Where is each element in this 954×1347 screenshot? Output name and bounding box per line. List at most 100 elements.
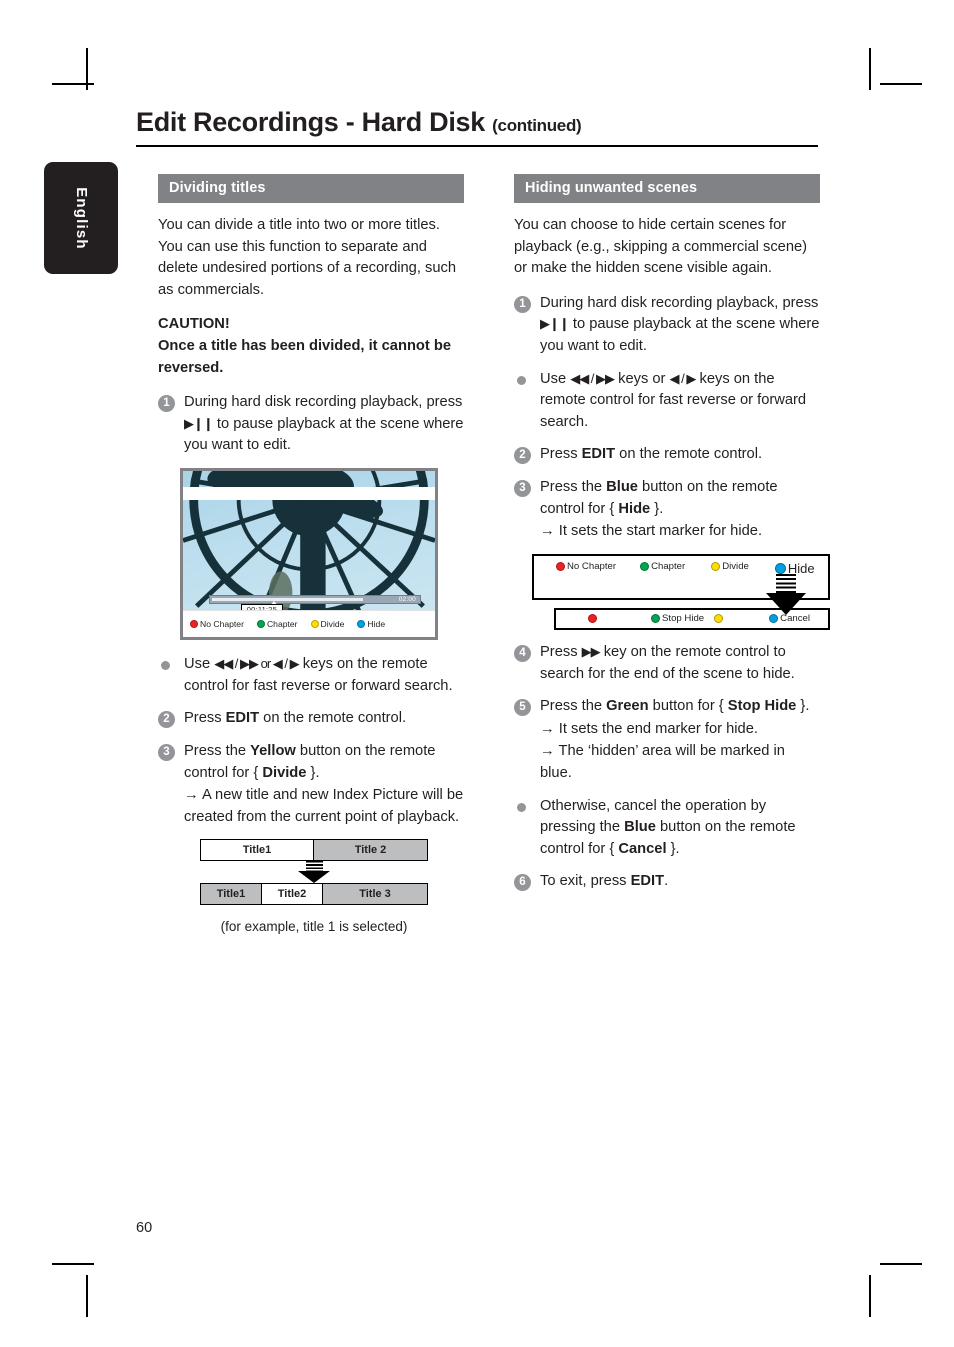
right-step-5: 5 Press the Green button for { Stop Hide… [514, 696, 820, 784]
divide-option-label: Divide [262, 764, 307, 781]
osd-button-yellow-empty[interactable] [714, 614, 725, 624]
green-key-label: Green [606, 698, 649, 715]
section-header-dividing-titles: Dividing titles [158, 174, 464, 203]
title-divide-diagram: Title1 Title 2 Title1 Title2 Title 3 (fo… [200, 839, 428, 934]
right-step-2: 2 Press EDIT on the remote control. [514, 444, 820, 466]
step-text: To exit, press EDIT. [540, 873, 669, 890]
right-step-bullet-cancel: Otherwise, cancel the operation by press… [514, 796, 820, 861]
arrow-right-icon: → [540, 743, 555, 760]
step-number-badge: 4 [514, 644, 535, 662]
blue-dot-icon [774, 562, 786, 574]
green-dot-icon [640, 561, 650, 571]
playback-progress-overlay: 02:00 00:11:25 [209, 595, 421, 617]
language-tab-label: English [72, 186, 90, 250]
diagram-cell: Title2 [262, 884, 324, 905]
blue-key-label: Blue [624, 819, 656, 836]
step-text: Press ▶▶ key on the remote control to se… [540, 643, 795, 682]
blue-key-label: Blue [606, 479, 638, 496]
step-number-badge: 2 [514, 447, 535, 465]
diagram-cell: Title1 [201, 884, 263, 905]
legend-item[interactable]: Divide [310, 619, 344, 629]
diagram-cell: Title1 [201, 840, 314, 861]
step-sub-note: → A new title and new Index Picture will… [184, 787, 464, 825]
step-text: Use ◀◀ / ▶▶ keys or ◀ / ▶ keys on the re… [540, 370, 807, 430]
crop-mark-bottom-left-v [86, 1275, 88, 1317]
crop-mark-bottom-right-h [880, 1263, 922, 1265]
osd-button-divide[interactable]: Divide [711, 561, 749, 572]
cancel-option-label: Cancel [618, 840, 667, 857]
arrow-right-icon: → [540, 720, 555, 737]
step-number-badge: 5 [514, 699, 535, 717]
red-dot-icon [556, 561, 565, 571]
red-dot-icon [190, 620, 198, 629]
right-step-bullet-search: Use ◀◀ / ▶▶ keys or ◀ / ▶ keys on the re… [514, 369, 820, 434]
down-arrow-icon [766, 573, 806, 630]
diagram-cell: Title 2 [314, 840, 427, 861]
crop-mark-top-right-h [880, 83, 922, 85]
page-title-main: Edit Recordings - Hard Disk [136, 107, 485, 137]
tv-screenshot-divide: 02:00 00:11:25 No Chapter Chapter Divide… [180, 468, 438, 641]
left-step-2: 2 Press EDIT on the remote control. [158, 708, 464, 730]
crop-mark-top-left-v [86, 48, 88, 90]
section-header-hiding-scenes: Hiding unwanted scenes [514, 174, 820, 203]
yellow-dot-icon [714, 614, 724, 624]
step-number-badge: 1 [514, 295, 535, 313]
legend-item[interactable]: No Chapter [190, 619, 244, 629]
stop-hide-option-label: Stop Hide [727, 698, 797, 715]
left-step-1: 1 During hard disk recording playback, p… [158, 392, 464, 457]
progress-bar[interactable]: 02:00 [209, 595, 421, 608]
hide-option-label: Hide [618, 500, 651, 517]
green-dot-icon [651, 614, 660, 624]
step-text: During hard disk recording playback, pre… [540, 294, 820, 355]
step-text: Otherwise, cancel the operation by press… [540, 797, 796, 857]
diagram-row-before: Title1 Title 2 [200, 839, 428, 862]
step-number-badge: 3 [158, 743, 179, 761]
step-sub-note: → The ‘hidden’ area will be marked in bl… [540, 743, 785, 781]
step-number-badge: 1 [158, 395, 179, 413]
edit-key-label: EDIT [225, 710, 260, 727]
step-text: During hard disk recording playback, pre… [184, 394, 464, 454]
bullet-marker [514, 799, 535, 861]
osd-color-legend-strip: No Chapter Chapter Divide Hide [183, 610, 435, 638]
right-step-3: 3 Press the Blue button on the remote co… [514, 477, 820, 543]
language-tab: English [44, 162, 118, 274]
arrow-right-icon: → [184, 787, 199, 804]
step-sub-note: → It sets the start marker for hide. [540, 523, 763, 540]
edit-key-label: EDIT [630, 873, 665, 890]
crop-mark-top-right-v [869, 48, 871, 90]
dividing-titles-intro: You can divide a title into two or more … [158, 217, 457, 298]
progress-fill [212, 598, 364, 602]
bullet-marker [514, 372, 535, 434]
step-text: Press the Yellow button on the remote co… [184, 741, 464, 828]
diagram-cell: Title 3 [323, 884, 427, 905]
edit-key-label: EDIT [581, 446, 616, 463]
screenshot-white-band [183, 487, 435, 501]
fast-transport-keys-icon: ◀◀ / ▶▶ [570, 370, 615, 386]
step-text: Press EDIT on the remote control. [540, 446, 763, 463]
diagram-caption: (for example, title 1 is selected) [220, 919, 408, 935]
osd-menu-diagram: No Chapter Chapter Divide Hide Stop Hide… [532, 553, 830, 630]
diagram-row-after: Title1 Title2 Title 3 [200, 883, 428, 906]
caution-text: Once a title has been divided, it cannot… [158, 338, 451, 376]
page-number: 60 [136, 1220, 153, 1236]
arrow-right-icon: → [540, 523, 555, 540]
legend-item[interactable]: Chapter [256, 619, 298, 629]
osd-button-red-empty[interactable] [588, 614, 599, 624]
crop-mark-bottom-left-h [52, 1263, 94, 1265]
osd-button-no-chapter[interactable]: No Chapter [556, 561, 616, 572]
page-title-continued: (continued) [492, 116, 582, 135]
legend-item[interactable]: Hide [357, 619, 385, 629]
right-step-6: 6 To exit, press EDIT. [514, 871, 820, 893]
play-pause-icon: ▶❙❙ [540, 316, 570, 332]
osd-button-chapter[interactable]: Chapter [640, 561, 685, 572]
fast-forward-icon: ▶▶ [581, 643, 601, 659]
step-text: Use ◀◀ / ▶▶ or ◀ / ▶ keys on the remote … [184, 656, 453, 694]
step-number-badge: 2 [158, 711, 179, 729]
osd-button-stop-hide[interactable]: Stop Hide [651, 613, 704, 624]
transport-keys-icon: ◀◀ / ▶▶ or ◀ / ▶ [214, 656, 299, 672]
title-divider-rule [136, 144, 818, 147]
right-step-1: 1 During hard disk recording playback, p… [514, 293, 820, 358]
arrow-keys-icon: ◀ / ▶ [669, 370, 697, 386]
yellow-dot-icon [711, 561, 721, 571]
left-step-bullet-search: Use ◀◀ / ▶▶ or ◀ / ▶ keys on the remote … [158, 654, 464, 697]
